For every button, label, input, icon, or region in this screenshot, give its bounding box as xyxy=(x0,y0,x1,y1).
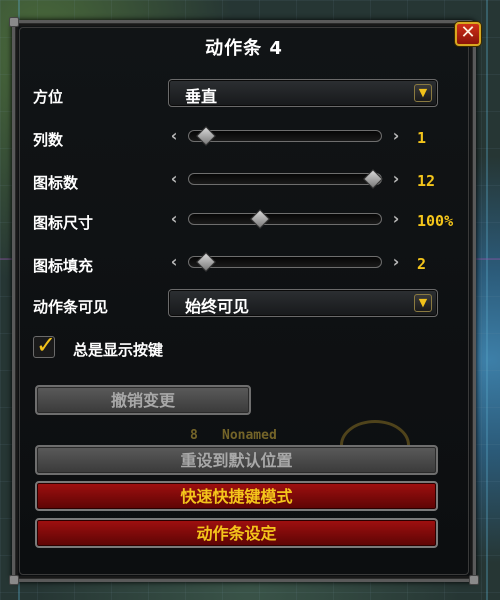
visibility-selected: 始终可见 xyxy=(185,297,250,316)
slider-track[interactable] xyxy=(188,173,382,185)
frame-corner xyxy=(469,575,479,585)
chevron-right-icon[interactable]: › xyxy=(389,169,403,189)
frame-corner xyxy=(9,17,19,27)
slider-track[interactable] xyxy=(188,213,382,225)
chevron-left-icon[interactable]: ‹ xyxy=(167,209,181,229)
background-nameplate-level: 8 xyxy=(190,428,198,443)
chevron-right-icon[interactable]: › xyxy=(389,209,403,229)
slider-label: 图标数 xyxy=(33,174,79,192)
slider-label: 列数 xyxy=(33,131,64,149)
chevron-right-icon[interactable]: › xyxy=(389,252,403,272)
slider-label: 图标填充 xyxy=(33,257,94,275)
panel-title: 动作条 4 xyxy=(205,38,283,59)
slider-value: 2 xyxy=(417,255,427,273)
slider-value: 12 xyxy=(417,172,436,190)
grid-line xyxy=(486,0,488,600)
chevron-left-icon[interactable]: ‹ xyxy=(167,252,181,272)
visibility-dropdown[interactable]: 始终可见 ▼ xyxy=(168,289,438,317)
reset-position-button[interactable]: 重设到默认位置 xyxy=(35,445,438,475)
orientation-label: 方位 xyxy=(33,88,64,106)
slider-value: 1 xyxy=(417,129,427,147)
chevron-down-icon[interactable]: ▼ xyxy=(414,84,432,102)
visibility-label: 动作条可见 xyxy=(33,298,109,316)
slider-label: 图标尺寸 xyxy=(33,214,94,232)
chevron-down-icon[interactable]: ▼ xyxy=(414,294,432,312)
always-show-keys-checkbox[interactable]: ✓ xyxy=(33,331,56,359)
action-bar-settings-button[interactable]: 动作条设定 xyxy=(35,518,438,548)
always-show-keys-label: 总是显示按键 xyxy=(73,341,164,359)
background-nameplate-name: Nonamed xyxy=(222,428,277,443)
slider-track[interactable] xyxy=(188,256,382,268)
quick-keybind-mode-button[interactable]: 快速快捷键模式 xyxy=(35,481,438,511)
undo-changes-button[interactable]: 撤销变更 xyxy=(35,385,251,415)
slider-track[interactable] xyxy=(188,130,382,142)
chevron-left-icon[interactable]: ‹ xyxy=(167,169,181,189)
checkmark-icon: ✓ xyxy=(36,331,57,359)
chevron-right-icon[interactable]: › xyxy=(389,126,403,146)
slider-value: 100% xyxy=(417,212,454,230)
orientation-dropdown[interactable]: 垂直 ▼ xyxy=(168,79,438,107)
frame-corner xyxy=(9,575,19,585)
orientation-selected: 垂直 xyxy=(185,87,218,106)
chevron-left-icon[interactable]: ‹ xyxy=(167,126,181,146)
